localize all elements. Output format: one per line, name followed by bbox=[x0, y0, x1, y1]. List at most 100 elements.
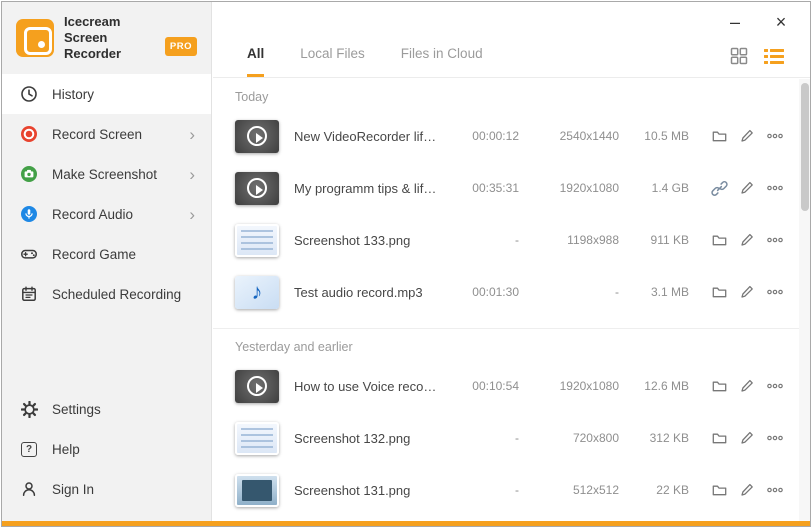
file-duration: 00:10:54 bbox=[472, 379, 519, 393]
file-row[interactable]: My programm tips & lifehacks.mp4 00:35:3… bbox=[213, 162, 799, 214]
more-options-button[interactable] bbox=[761, 372, 789, 400]
more-options-button[interactable] bbox=[761, 174, 789, 202]
open-folder-button[interactable] bbox=[705, 226, 733, 254]
file-row[interactable]: ♪ Test audio record.mp3 00:01:30 - 3.1 M… bbox=[213, 266, 799, 318]
play-icon bbox=[247, 126, 267, 146]
screenshot-thumbnail[interactable] bbox=[235, 223, 279, 257]
file-resolution: - bbox=[615, 285, 619, 299]
video-thumbnail[interactable] bbox=[235, 369, 279, 403]
topbar: – × All Local Files Files in Cloud bbox=[213, 2, 810, 78]
rename-button[interactable] bbox=[733, 122, 761, 150]
rename-button[interactable] bbox=[733, 476, 761, 504]
more-options-button[interactable] bbox=[761, 122, 789, 150]
sidebar-item-record-screen[interactable]: Record Screen › bbox=[2, 114, 211, 154]
file-name: Screenshot 132.png bbox=[294, 430, 411, 446]
file-size: 3.1 MB bbox=[650, 285, 689, 299]
video-thumbnail[interactable] bbox=[235, 119, 279, 153]
play-icon bbox=[247, 178, 267, 198]
open-folder-button[interactable] bbox=[705, 476, 733, 504]
rename-button[interactable] bbox=[733, 226, 761, 254]
file-row[interactable]: New VideoRecorder lifehacks.mp4 00:00:12… bbox=[213, 110, 799, 162]
file-resolution: 2540x1440 bbox=[559, 129, 619, 143]
sidebar-item-make-screenshot[interactable]: Make Screenshot › bbox=[2, 154, 211, 194]
help-icon: ? bbox=[19, 439, 39, 459]
sidebar-item-label: Settings bbox=[52, 401, 101, 417]
open-folder-button[interactable] bbox=[705, 278, 733, 306]
file-duration: - bbox=[515, 431, 519, 445]
audio-thumbnail[interactable]: ♪ bbox=[235, 275, 279, 309]
tab-all[interactable]: All bbox=[247, 33, 265, 77]
sidebar-item-record-audio[interactable]: Record Audio › bbox=[2, 194, 211, 234]
open-folder-button[interactable] bbox=[705, 122, 733, 150]
file-duration: - bbox=[515, 233, 519, 247]
tab-files-in-cloud[interactable]: Files in Cloud bbox=[401, 33, 483, 77]
file-duration: 00:35:31 bbox=[472, 181, 519, 195]
file-list: Today New VideoRecorder lifehacks.mp4 00… bbox=[213, 79, 799, 521]
file-duration: - bbox=[515, 483, 519, 497]
open-folder-button[interactable] bbox=[705, 424, 733, 452]
file-row[interactable]: Screenshot 131.png - 512x512 22 KB bbox=[213, 464, 799, 516]
sidebar-item-label: Record Audio bbox=[52, 206, 134, 222]
gamepad-icon bbox=[19, 244, 39, 264]
app-window: Icecream Screen Recorder PRO History Rec… bbox=[1, 1, 811, 527]
more-options-button[interactable] bbox=[761, 226, 789, 254]
close-button[interactable]: × bbox=[770, 10, 792, 34]
more-options-button[interactable] bbox=[761, 476, 789, 504]
microphone-icon bbox=[19, 204, 39, 224]
file-resolution: 1920x1080 bbox=[559, 181, 619, 195]
file-size: 1.4 GB bbox=[651, 181, 689, 195]
bottom-accent-bar bbox=[2, 521, 810, 526]
list-view-button[interactable] bbox=[764, 47, 784, 65]
sidebar-item-help[interactable]: ? Help bbox=[2, 429, 211, 469]
file-name: New VideoRecorder lifehacks.mp4 bbox=[294, 128, 445, 144]
sidebar-item-label: Help bbox=[52, 441, 80, 457]
more-options-button[interactable] bbox=[761, 424, 789, 452]
rename-button[interactable] bbox=[733, 174, 761, 202]
file-name: My programm tips & lifehacks.mp4 bbox=[294, 180, 445, 196]
sidebar-item-label: History bbox=[52, 86, 95, 102]
app-logo-icon bbox=[16, 19, 54, 57]
file-size: 312 KB bbox=[649, 431, 689, 445]
file-row[interactable]: Screenshot 133.png - 1198x988 911 KB bbox=[213, 214, 799, 266]
main-panel: – × All Local Files Files in Cloud Today bbox=[213, 2, 810, 521]
chevron-right-icon: › bbox=[189, 124, 195, 144]
file-size: 10.5 MB bbox=[644, 129, 689, 143]
brand: Icecream Screen Recorder PRO bbox=[2, 2, 211, 74]
file-name: Screenshot 131.png bbox=[294, 482, 411, 498]
file-row[interactable]: How to use Voice recorder.mp4 00:10:54 1… bbox=[213, 360, 799, 412]
more-options-button[interactable] bbox=[761, 278, 789, 306]
history-clock-icon bbox=[19, 84, 39, 104]
video-thumbnail[interactable] bbox=[235, 171, 279, 205]
rename-button[interactable] bbox=[733, 372, 761, 400]
file-resolution: 720x800 bbox=[572, 431, 619, 445]
gear-icon bbox=[19, 399, 39, 419]
sidebar-item-record-game[interactable]: Record Game bbox=[2, 234, 211, 274]
section-title-today: Today bbox=[235, 90, 269, 104]
copy-link-button[interactable] bbox=[705, 174, 733, 202]
sidebar-item-label: Make Screenshot bbox=[52, 166, 158, 182]
file-row[interactable]: Screenshot 132.png - 720x800 312 KB bbox=[213, 412, 799, 464]
chevron-right-icon: › bbox=[189, 164, 195, 184]
screenshot-camera-icon bbox=[19, 164, 39, 184]
file-resolution: 1920x1080 bbox=[559, 379, 619, 393]
file-duration: 00:00:12 bbox=[472, 129, 519, 143]
rename-button[interactable] bbox=[733, 424, 761, 452]
open-folder-button[interactable] bbox=[705, 372, 733, 400]
screenshot-thumbnail[interactable] bbox=[235, 473, 279, 507]
brand-name-line2: Screen Recorder bbox=[64, 30, 122, 61]
rename-button[interactable] bbox=[733, 278, 761, 306]
file-duration: 00:01:30 bbox=[472, 285, 519, 299]
user-icon bbox=[19, 479, 39, 499]
grid-view-button[interactable] bbox=[730, 47, 748, 65]
minimize-button[interactable]: – bbox=[724, 10, 746, 34]
tab-local-files[interactable]: Local Files bbox=[300, 33, 365, 77]
sidebar-item-sign-in[interactable]: Sign In bbox=[2, 469, 211, 509]
scrollbar-track[interactable] bbox=[799, 79, 810, 521]
sidebar-item-history[interactable]: History bbox=[2, 74, 211, 114]
tab-bar: All Local Files Files in Cloud bbox=[247, 33, 483, 77]
sidebar-item-label: Record Game bbox=[52, 246, 137, 262]
sidebar-item-settings[interactable]: Settings bbox=[2, 389, 211, 429]
scrollbar-thumb[interactable] bbox=[800, 83, 809, 211]
sidebar-item-scheduled-recording[interactable]: Scheduled Recording bbox=[2, 274, 211, 314]
screenshot-thumbnail[interactable] bbox=[235, 421, 279, 455]
